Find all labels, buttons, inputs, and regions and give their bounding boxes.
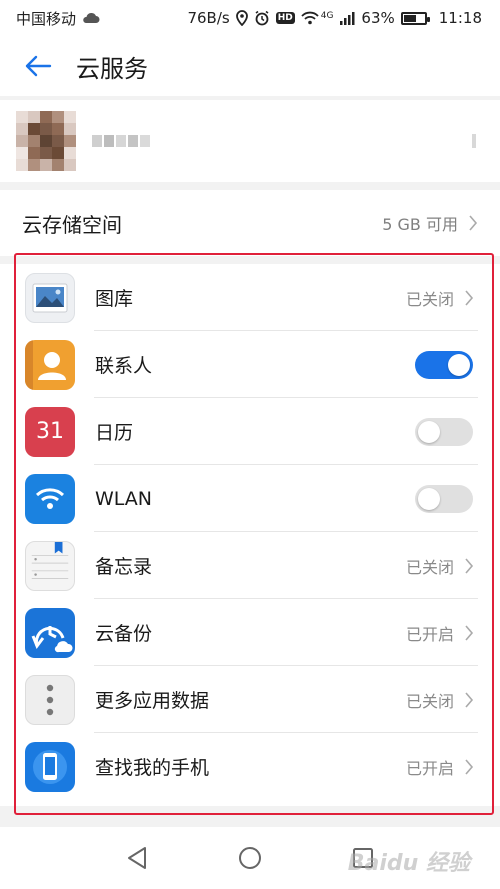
account-name-blurred	[92, 135, 150, 147]
list-item-gallery[interactable]: 图库 已关闭	[0, 264, 500, 331]
list-item-wlan[interactable]: WLAN	[0, 465, 500, 532]
list-item-cloud-backup[interactable]: 云备份 已开启	[0, 599, 500, 666]
item-label-notepad: 备忘录	[95, 556, 153, 578]
watermark: Baidu 经验	[347, 851, 470, 876]
account-chevron-blurred	[472, 134, 476, 148]
battery-percent: 63%	[361, 9, 395, 27]
contacts-toggle[interactable]	[415, 350, 473, 379]
more-app-data-status: 已关闭	[405, 691, 454, 711]
wifi-icon	[25, 473, 75, 524]
gallery-icon	[25, 272, 75, 323]
account-card[interactable]	[0, 100, 500, 182]
item-label-more-app-data: 更多应用数据	[95, 690, 210, 712]
item-label-find-phone: 查找我的手机	[95, 757, 210, 779]
chevron-right-icon	[465, 289, 474, 306]
cloud-icon	[82, 12, 100, 24]
chevron-right-icon	[469, 215, 478, 231]
calendar-toggle[interactable]	[415, 417, 473, 446]
cloud-storage-row[interactable]: 云存储空间 5 GB 可用	[0, 190, 500, 256]
calendar-icon: 31	[25, 406, 75, 457]
back-button[interactable]	[0, 36, 76, 96]
signal-icon	[339, 11, 355, 25]
list-item-more-app-data[interactable]: 更多应用数据 已关闭	[0, 666, 500, 733]
more-icon	[25, 674, 75, 725]
item-label-calendar: 日历	[95, 422, 134, 444]
find-phone-status: 已开启	[405, 758, 454, 778]
triangle-back-icon	[127, 847, 146, 869]
cloud-storage-value: 5 GB 可用	[382, 215, 458, 234]
back-arrow-icon	[25, 55, 52, 77]
battery-icon	[400, 11, 430, 25]
find-phone-icon	[25, 741, 75, 792]
list-item-calendar[interactable]: 31 日历	[0, 398, 500, 465]
chevron-right-icon	[465, 758, 474, 775]
wlan-toggle[interactable]	[415, 484, 473, 513]
network-speed: 76B/s	[187, 9, 230, 27]
list-item-find-phone[interactable]: 查找我的手机 已开启	[0, 733, 500, 800]
nav-home-button[interactable]	[230, 838, 270, 878]
item-label-cloud-backup: 云备份	[95, 623, 153, 645]
hd-badge: HD	[275, 12, 295, 24]
sync-app-list: 图库 已关闭 联系人 31 日历 WLAN 备忘录 已关闭 云备份 已开启 更多…	[0, 264, 500, 806]
cloud-backup-status: 已开启	[405, 624, 454, 644]
alarm-icon	[254, 10, 270, 26]
cloud-backup-icon	[25, 607, 75, 658]
avatar	[16, 111, 76, 171]
page-title: 云服务	[76, 54, 148, 83]
circle-home-icon	[238, 847, 261, 869]
item-label-wlan: WLAN	[95, 487, 153, 510]
app-header: 云服务	[0, 36, 500, 96]
contacts-icon	[25, 339, 75, 390]
gallery-status: 已关闭	[405, 289, 454, 309]
notepad-status: 已关闭	[405, 557, 454, 577]
item-label-gallery: 图库	[95, 288, 134, 310]
wifi-status-icon	[301, 11, 319, 25]
notepad-icon	[25, 540, 75, 591]
calendar-icon-date: 31	[36, 419, 64, 444]
list-item-notepad[interactable]: 备忘录 已关闭	[0, 532, 500, 599]
item-label-contacts: 联系人	[95, 355, 153, 377]
clock: 11:18	[438, 9, 482, 27]
chevron-right-icon	[465, 624, 474, 641]
location-icon	[235, 10, 248, 26]
list-item-contacts[interactable]: 联系人	[0, 331, 500, 398]
cloud-storage-label: 云存储空间	[22, 212, 122, 237]
chevron-right-icon	[465, 557, 474, 574]
nav-back-button[interactable]	[117, 838, 157, 878]
status-bar: 中国移动 76B/s HD 4G 63% 11:18	[0, 0, 500, 36]
chevron-right-icon	[465, 691, 474, 708]
network-type: 4G	[320, 11, 334, 21]
carrier-label: 中国移动	[16, 9, 77, 28]
